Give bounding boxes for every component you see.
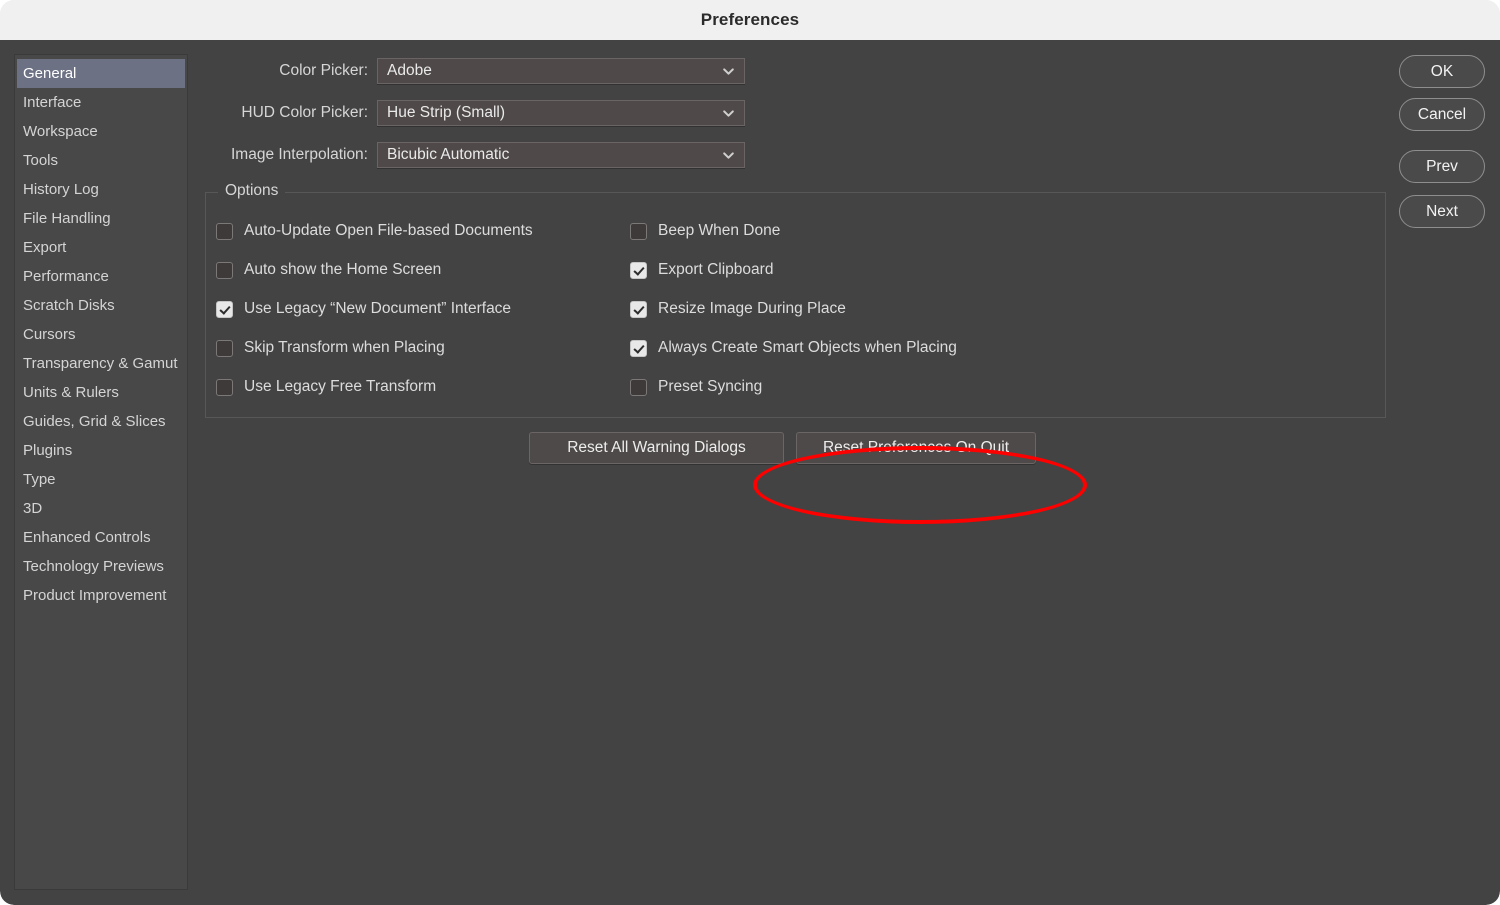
checkbox-label: Auto-Update Open File-based Documents <box>244 222 533 239</box>
dialog-body: General Interface Workspace Tools History Lo… <box>0 40 1500 905</box>
sidebar-item-product-improvement[interactable]: Product Improvement <box>15 581 187 610</box>
checkbox-row[interactable]: Export Clipboard <box>630 259 773 281</box>
button-ok[interactable]: OK <box>1399 55 1485 88</box>
sidebar-item-plugins[interactable]: Plugins <box>15 436 187 465</box>
dropdown-hud-color-picker[interactable]: Hue Strip (Small) <box>377 100 745 126</box>
button-reset-preferences-on-quit[interactable]: Reset Preferences On Quit <box>796 432 1036 464</box>
sidebar-item-export[interactable]: Export <box>15 233 187 262</box>
sidebar-item-workspace[interactable]: Workspace <box>15 117 187 146</box>
checkbox-row[interactable]: Always Create Smart Objects when Placing <box>630 337 957 359</box>
checkbox-checked-icon[interactable] <box>630 261 647 279</box>
button-next[interactable]: Next <box>1399 195 1485 228</box>
chevron-down-icon <box>723 110 734 117</box>
checkbox-row[interactable]: Resize Image During Place <box>630 298 846 320</box>
checkbox-label: Resize Image During Place <box>658 300 846 317</box>
checkbox-row[interactable]: Skip Transform when Placing <box>216 337 445 359</box>
checkbox-row[interactable]: Use Legacy “New Document” Interface <box>216 298 511 320</box>
checkbox-unchecked-icon[interactable] <box>216 222 233 240</box>
checkbox-label: Use Legacy “New Document” Interface <box>244 300 512 317</box>
checkbox-unchecked-icon[interactable] <box>216 261 233 279</box>
sidebar-item-history-log[interactable]: History Log <box>15 175 187 204</box>
sidebar-item-general[interactable]: General <box>17 59 185 88</box>
chevron-down-icon <box>723 68 734 75</box>
sidebar-item-scratch-disks[interactable]: Scratch Disks <box>15 291 187 320</box>
checkbox-label: Auto show the Home Screen <box>244 261 442 278</box>
sidebar-item-performance[interactable]: Performance <box>15 262 187 291</box>
field-row: Image Interpolation: Bicubic Automatic <box>196 142 745 168</box>
field-label: Color Picker: <box>279 62 368 79</box>
preferences-main-panel: Color Picker: Adobe HUD Color Picker: Hue S… <box>196 40 1386 905</box>
sidebar-item-technology-previews[interactable]: Technology Previews <box>15 552 187 581</box>
checkbox-row[interactable]: Beep When Done <box>630 220 780 242</box>
checkbox-label: Beep When Done <box>658 222 781 239</box>
field-row: HUD Color Picker: Hue Strip (Small) <box>196 100 745 126</box>
dropdown-value: Hue Strip (Small) <box>387 104 505 121</box>
sidebar-item-cursors[interactable]: Cursors <box>15 320 187 349</box>
dropdown-image-interpolation[interactable]: Bicubic Automatic <box>377 142 745 168</box>
dropdown-value: Bicubic Automatic <box>387 146 510 163</box>
checkbox-row[interactable]: Auto show the Home Screen <box>216 259 441 281</box>
checkbox-checked-icon[interactable] <box>630 339 647 357</box>
field-row: Color Picker: Adobe <box>196 58 745 84</box>
chevron-down-icon <box>723 152 734 159</box>
button-prev[interactable]: Prev <box>1399 150 1485 183</box>
checkbox-row[interactable]: Use Legacy Free Transform <box>216 376 436 398</box>
dropdown-color-picker[interactable]: Adobe <box>377 58 745 84</box>
dropdown-value: Adobe <box>387 62 432 79</box>
dialog-titlebar: Preferences <box>0 0 1500 41</box>
field-label: Image Interpolation: <box>230 146 368 163</box>
button-cancel[interactable]: Cancel <box>1399 98 1485 131</box>
checkbox-label: Use Legacy Free Transform <box>244 378 437 395</box>
field-label: HUD Color Picker: <box>241 104 368 121</box>
checkbox-checked-icon[interactable] <box>630 300 647 318</box>
sidebar-item-enhanced-controls[interactable]: Enhanced Controls <box>15 523 187 552</box>
sidebar-item-file-handling[interactable]: File Handling <box>15 204 187 233</box>
sidebar-item-tools[interactable]: Tools <box>15 146 187 175</box>
checkbox-label: Export Clipboard <box>658 261 774 278</box>
sidebar-item-interface[interactable]: Interface <box>15 88 187 117</box>
checkbox-row[interactable]: Auto-Update Open File-based Documents <box>216 220 533 242</box>
preferences-category-sidebar[interactable]: General Interface Workspace Tools History Lo… <box>14 54 188 890</box>
sidebar-item-type[interactable]: Type <box>15 465 187 494</box>
checkbox-unchecked-icon[interactable] <box>630 222 647 240</box>
button-reset-all-warning-dialogs[interactable]: Reset All Warning Dialogs <box>529 432 784 464</box>
checkbox-checked-icon[interactable] <box>216 300 233 318</box>
checkbox-label: Preset Syncing <box>658 378 763 395</box>
checkbox-label: Skip Transform when Placing <box>244 339 445 356</box>
checkbox-unchecked-icon[interactable] <box>630 378 647 396</box>
sidebar-item-units-rulers[interactable]: Units & Rulers <box>15 378 187 407</box>
checkbox-unchecked-icon[interactable] <box>216 378 233 396</box>
sidebar-item-3d[interactable]: 3D <box>15 494 187 523</box>
options-group-legend: Options <box>218 182 286 200</box>
preferences-dialog: Preferences General Interface Workspace Too… <box>0 0 1500 905</box>
sidebar-item-transparency-gamut[interactable]: Transparency & Gamut <box>15 349 187 378</box>
dialog-title: Preferences <box>700 10 800 29</box>
checkbox-label: Always Create Smart Objects when Placing <box>658 339 957 356</box>
checkbox-row[interactable]: Preset Syncing <box>630 376 762 398</box>
checkbox-unchecked-icon[interactable] <box>216 339 233 357</box>
sidebar-item-guides-grid-slices[interactable]: Guides, Grid & Slices <box>15 407 187 436</box>
